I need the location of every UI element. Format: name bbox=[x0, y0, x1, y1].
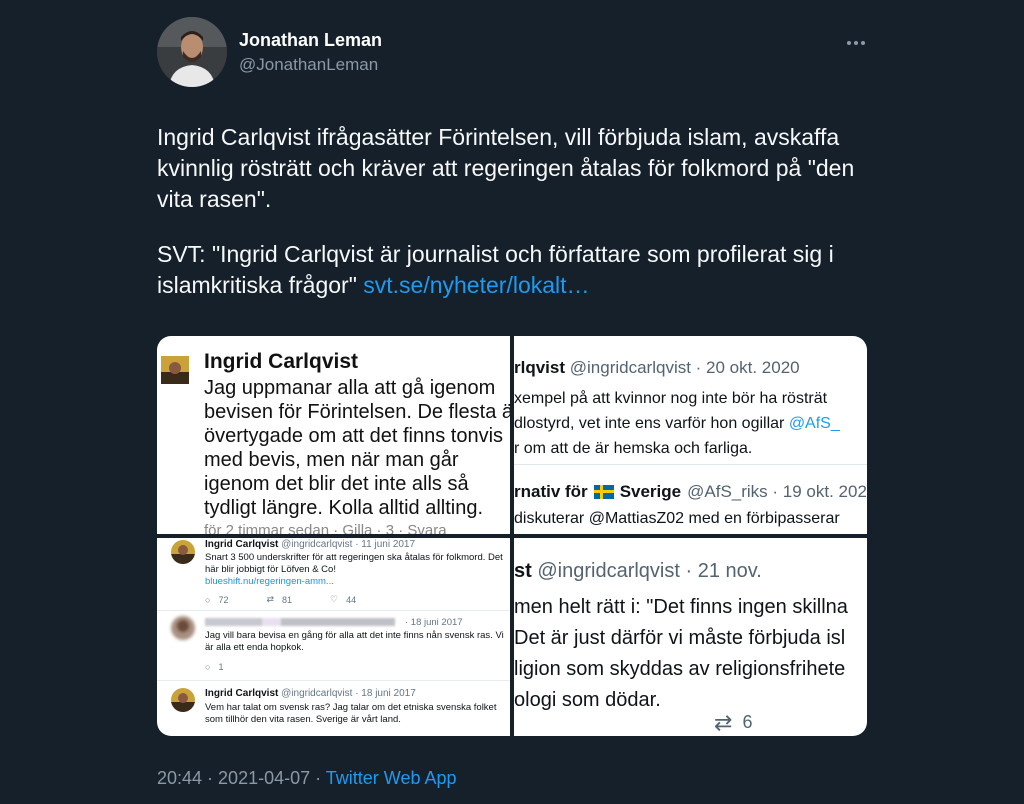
like-count: 44 bbox=[346, 594, 357, 605]
author-handle[interactable]: @JonathanLeman bbox=[239, 55, 378, 75]
separator: · bbox=[310, 768, 326, 788]
quoted-tweet-header: st @ingridcarlqvist · 21 nov. bbox=[514, 560, 762, 583]
reply-icon: ○ bbox=[205, 594, 211, 605]
quoted-line: diskuterar @MattiasZ02 med en förbipasse… bbox=[514, 510, 840, 527]
small-avatar-icon bbox=[171, 540, 195, 564]
thread-author-meta: @ingridcarlqvist · 11 juni 2017 bbox=[278, 539, 416, 550]
quoted-tweet-header: rlqvist @ingridcarlqvist · 20 okt. 2020 bbox=[514, 358, 800, 378]
thread-line: är alla ett enda hopkok. bbox=[205, 642, 304, 653]
blurred-avatar-icon bbox=[171, 616, 195, 640]
thread-date: · 18 juni 2017 bbox=[405, 617, 463, 628]
thread-author-name: Ingrid Carlqvist bbox=[205, 688, 279, 699]
media-grid: Ingrid Carlqvist Jag uppmanar alla att g… bbox=[157, 336, 867, 736]
comment-line: igenom det blir det inte alls så bbox=[204, 473, 469, 495]
quoted-line: r om att de är hemska och farliga. bbox=[514, 440, 753, 457]
thread-tweet-body: Snart 3 500 underskrifter för att regeri… bbox=[205, 552, 503, 588]
quoted-author-meta: @ingridcarlqvist · 21 nov. bbox=[531, 560, 762, 582]
reply-count: 1 bbox=[218, 662, 224, 672]
retweet-count: 81 bbox=[282, 594, 293, 605]
thread-tweet-body: Vem har talat om svensk ras? Jag talar o… bbox=[205, 702, 496, 726]
quoted-tweet-body: xempel på att kvinnor nog inte bör ha rö… bbox=[514, 386, 840, 461]
source-app-link[interactable]: Twitter Web App bbox=[326, 768, 457, 788]
quoted-author-meta: @ingridcarlqvist · 20 okt. 2020 bbox=[565, 358, 800, 377]
thread-tweet-header: Ingrid Carlqvist @ingridcarlqvist · 11 j… bbox=[205, 539, 415, 550]
divider bbox=[514, 464, 867, 465]
thread-link: blueshift.nu/regeringen-amm... bbox=[205, 576, 334, 587]
comment-meta: för 2 timmar sedan · Gilla · 3 · Svara bbox=[204, 522, 447, 534]
like-icon: ♡ bbox=[330, 594, 339, 604]
quoted-tweet-body: men helt rätt i: "Det finns ingen skilln… bbox=[514, 592, 848, 716]
comment-line: bevisen för Förintelsen. De flesta ä bbox=[204, 401, 510, 423]
quoted-tweet-header: rnativ för Sverige @AfS_riks · 19 okt. 2… bbox=[514, 482, 867, 502]
comment-body: Jag uppmanar alla att gå igenom bevisen … bbox=[204, 376, 510, 520]
thread-tweet-header: Ingrid Carlqvist @ingridcarlqvist · 18 j… bbox=[205, 688, 416, 699]
thread-tweet-actions: ○ 72 ⇄ 81 ♡ 44 bbox=[205, 594, 356, 605]
thread-author-meta: @ingridcarlqvist · 18 juni 2017 bbox=[278, 688, 416, 699]
retweet-count: 6 bbox=[742, 712, 753, 732]
thread-tweet-body: Jag vill bara bevisa en gång för alla at… bbox=[205, 630, 504, 654]
comment-line: övertygade om att det finns tonvis bbox=[204, 425, 504, 447]
reply-count: 72 bbox=[218, 594, 229, 605]
tweet-date[interactable]: 2021-04-07 bbox=[218, 768, 310, 788]
quoted-line-text: dlostyrd, vet inte ens varför hon ogilla… bbox=[514, 415, 789, 432]
tweet-timestamp: 20:44 · 2021-04-07 · Twitter Web App bbox=[157, 768, 457, 789]
thread-tweet-actions: ○ 1 bbox=[205, 662, 223, 672]
reply-icon: ○ bbox=[205, 662, 211, 672]
more-options-icon[interactable] bbox=[843, 33, 869, 53]
quoted-author-name: rnativ för bbox=[514, 482, 588, 501]
avatar-portrait-icon bbox=[157, 17, 227, 87]
quoted-author-meta: @AfS_riks · 19 okt. 202 bbox=[687, 482, 867, 501]
author-name[interactable]: Jonathan Leman bbox=[239, 30, 382, 51]
separator: · bbox=[202, 768, 219, 788]
commenter-avatar-icon bbox=[161, 356, 189, 384]
thread-line: Jag vill bara bevisa en gång för alla at… bbox=[205, 630, 504, 641]
tweet-paragraph-2: SVT: "Ingrid Carlqvist är journalist och… bbox=[157, 239, 877, 301]
divider bbox=[157, 680, 510, 681]
swedish-flag-icon bbox=[593, 485, 614, 499]
quoted-mention-link: @AfS_ bbox=[788, 415, 840, 432]
redacted-username bbox=[205, 618, 395, 626]
quoted-author-name: st bbox=[514, 560, 532, 582]
divider bbox=[157, 610, 510, 611]
comment-line: Jag uppmanar alla att gå igenom bbox=[204, 377, 496, 399]
author-avatar[interactable] bbox=[157, 17, 227, 87]
quoted-author-name-2: Sverige bbox=[619, 482, 682, 501]
media-image-4[interactable]: st @ingridcarlqvist · 21 nov. men helt r… bbox=[514, 538, 867, 736]
quoted-line: men helt rätt i: "Det finns ingen skilln… bbox=[514, 596, 848, 618]
quoted-author-name: rlqvist bbox=[514, 358, 566, 377]
quoted-line: dlostyrd, vet inte ens varför hon ogilla… bbox=[514, 411, 840, 436]
tweet-paragraph-1: Ingrid Carlqvist ifrågasätter Förintelse… bbox=[157, 124, 855, 212]
comment-line: tydligt längre. Kolla alltid allting. bbox=[204, 497, 484, 519]
quoted-line: ligion som skyddas av religionsfrihete bbox=[514, 658, 846, 680]
quoted-tweet-actions: ⇄ 6 ♡ 63 bbox=[714, 708, 867, 736]
tweet-link[interactable]: svt.se/nyheter/lokalt… bbox=[363, 272, 589, 298]
thread-author-name: Ingrid Carlqvist bbox=[205, 539, 279, 550]
thread-line: Snart 3 500 underskrifter för att regeri… bbox=[205, 552, 503, 563]
quoted-line: Det är just därför vi måste förbjuda isl bbox=[514, 627, 846, 649]
tweet-time[interactable]: 20:44 bbox=[157, 768, 202, 788]
thread-line: som tillhör den vita rasen. Sverige är v… bbox=[205, 714, 401, 725]
media-image-3[interactable]: Ingrid Carlqvist @ingridcarlqvist · 11 j… bbox=[157, 538, 510, 736]
retweet-icon: ⇄ bbox=[714, 709, 733, 735]
thread-line: här blir jobbigt för Löfven & Co! bbox=[205, 564, 336, 575]
thread-line: Vem har talat om svensk ras? Jag talar o… bbox=[205, 702, 497, 713]
retweet-icon: ⇄ bbox=[266, 594, 274, 604]
comment-author: Ingrid Carlqvist bbox=[204, 350, 359, 373]
media-image-1[interactable]: Ingrid Carlqvist Jag uppmanar alla att g… bbox=[157, 336, 510, 534]
quoted-line: xempel på att kvinnor nog inte bör ha rö… bbox=[514, 390, 828, 407]
small-avatar-icon bbox=[171, 688, 195, 712]
media-image-2[interactable]: rlqvist @ingridcarlqvist · 20 okt. 2020 … bbox=[514, 336, 867, 534]
comment-line: med bevis, men när man går bbox=[204, 449, 459, 471]
